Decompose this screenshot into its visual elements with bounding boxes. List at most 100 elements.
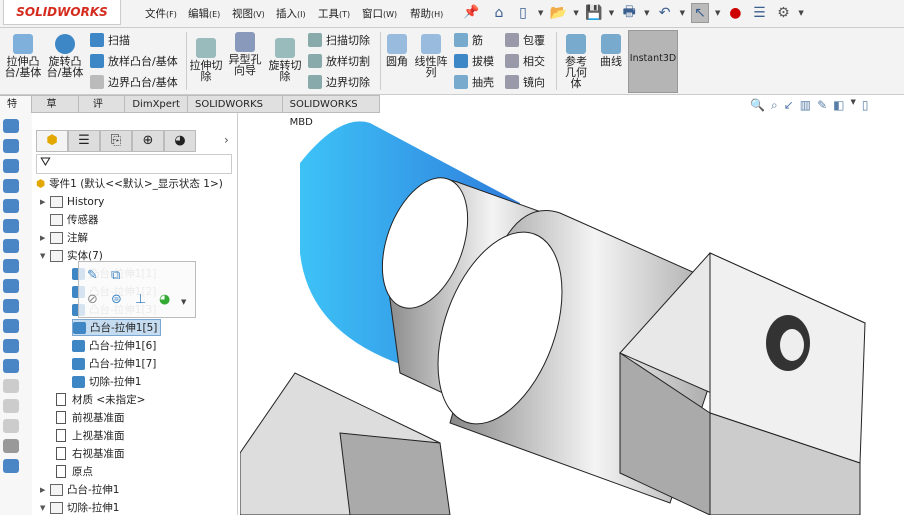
- edit-feature-icon[interactable]: ✎: [87, 268, 98, 283]
- options-gear-icon[interactable]: ⚙: [774, 3, 792, 23]
- menu-help[interactable]: 帮助(H): [410, 6, 443, 21]
- bend-icon[interactable]: [3, 299, 19, 313]
- tree-item[interactable]: 凸台-拉伸1[6]: [72, 337, 156, 354]
- tree-item[interactable]: 凸台-拉伸1[7]: [72, 355, 156, 372]
- dropdown-icon[interactable]: ▼: [609, 9, 614, 17]
- linear-pattern-button[interactable]: 线性阵列: [414, 34, 448, 78]
- tab-sketch[interactable]: 草图: [32, 95, 79, 128]
- pin-icon[interactable]: 📌: [463, 5, 479, 20]
- dropdown-icon[interactable]: ▼: [680, 9, 685, 17]
- display-manager-tab[interactable]: ◕: [164, 130, 196, 152]
- zoom-area-icon[interactable]: ⌕: [771, 98, 778, 113]
- draft-button[interactable]: 拔模: [454, 53, 494, 69]
- revolve-boss-button[interactable]: 旋转凸台/基体: [46, 34, 84, 78]
- move-copy-icon[interactable]: ⧉: [111, 268, 120, 283]
- tab-evaluate[interactable]: 评估: [78, 95, 126, 128]
- open-icon[interactable]: 📂: [549, 3, 567, 23]
- delete-body-icon[interactable]: [3, 319, 19, 333]
- file-properties-icon[interactable]: ☰: [750, 3, 768, 23]
- mirror-button[interactable]: 镜向: [505, 74, 545, 90]
- dropdown-icon[interactable]: ▼: [851, 98, 856, 113]
- hide-icon[interactable]: ⊘: [87, 292, 98, 307]
- undo-icon[interactable]: ↶: [656, 3, 674, 23]
- feature-manager-tab[interactable]: ⬢: [36, 130, 68, 152]
- wrap-button[interactable]: 包覆: [505, 32, 545, 48]
- graphics-viewport[interactable]: [239, 113, 904, 516]
- tree-item[interactable]: 上视基准面: [54, 427, 125, 444]
- menu-window[interactable]: 窗口(W): [362, 6, 397, 21]
- boundary-boss-button[interactable]: 边界凸台/基体: [90, 74, 178, 90]
- sweep-cut-button[interactable]: 扫描切除: [308, 32, 370, 48]
- sweep-icon[interactable]: [3, 159, 19, 173]
- extrude-cut-button[interactable]: 拉伸切除: [189, 38, 223, 82]
- configuration-manager-tab[interactable]: ⎘: [100, 130, 132, 152]
- zoom-to-selection-icon[interactable]: ⊜: [111, 292, 122, 307]
- view-orientation-icon[interactable]: ◧: [833, 98, 844, 113]
- select-icon[interactable]: ↖: [690, 3, 709, 23]
- zoom-to-fit-icon[interactable]: 🔍: [750, 98, 765, 113]
- save-icon[interactable]: 💾: [585, 3, 603, 23]
- property-manager-tab[interactable]: ☰: [68, 130, 100, 152]
- tree-item[interactable]: ▶ History: [40, 193, 104, 210]
- wrap-icon[interactable]: [3, 219, 19, 233]
- tree-item[interactable]: 右视基准面: [54, 445, 125, 462]
- rebuild-icon[interactable]: ●: [726, 3, 744, 23]
- box-icon[interactable]: [3, 439, 19, 453]
- flex-icon[interactable]: [3, 279, 19, 293]
- loft-button[interactable]: 放样凸台/基体: [90, 53, 178, 69]
- dropdown-icon[interactable]: ▼: [715, 9, 720, 17]
- print-icon[interactable]: 🖶: [620, 3, 638, 23]
- chevron-right-icon[interactable]: ›: [224, 133, 229, 147]
- tree-item[interactable]: ▼ 切除-拉伸1: [40, 499, 119, 516]
- tree-item[interactable]: 凸台-拉伸1[5]: [72, 319, 162, 336]
- intersect-button[interactable]: 相交: [505, 53, 545, 69]
- home-icon[interactable]: ⌂: [490, 3, 508, 23]
- plane-icon[interactable]: [3, 239, 19, 253]
- revolve-icon[interactable]: [3, 139, 19, 153]
- menu-tools[interactable]: 工具(T): [318, 6, 350, 21]
- loft-cut-button[interactable]: 放样切割: [308, 53, 370, 69]
- tab-dimxpert[interactable]: DimXpert: [125, 95, 188, 113]
- menu-view[interactable]: 视图(V): [232, 6, 265, 21]
- tree-item[interactable]: 原点: [54, 463, 93, 480]
- split-icon[interactable]: [3, 359, 19, 373]
- appearance-icon[interactable]: ◕: [159, 292, 170, 307]
- dome-icon[interactable]: [3, 259, 19, 273]
- loft-icon[interactable]: [3, 199, 19, 213]
- dynamic-annotation-icon[interactable]: ✎: [817, 98, 827, 113]
- tree-root[interactable]: ⬢ 零件1 (默认<<默认>_显示状态 1>): [36, 175, 223, 192]
- sweep-button[interactable]: 扫描: [90, 32, 130, 48]
- tree-item[interactable]: 前视基准面: [54, 409, 125, 426]
- menu-file[interactable]: 文件(F): [145, 6, 177, 21]
- dropdown-icon[interactable]: ▼: [181, 298, 186, 306]
- previous-view-icon[interactable]: ↙: [784, 98, 794, 113]
- boundary-cut-button[interactable]: 边界切除: [308, 74, 370, 90]
- dropdown-icon[interactable]: ▼: [644, 9, 649, 17]
- curves-button[interactable]: 曲线: [598, 34, 624, 67]
- tab-features[interactable]: 特征: [0, 95, 33, 128]
- fillet-button[interactable]: 圆角: [384, 34, 410, 67]
- revolve-cut-button[interactable]: 旋转切除: [268, 38, 302, 82]
- extrude-boss-button[interactable]: 拉伸凸台/基体: [4, 34, 42, 78]
- tree-item[interactable]: 材质 <未指定>: [54, 391, 145, 408]
- tree-item[interactable]: 传感器: [40, 211, 99, 228]
- expand-arrow-icon[interactable]: ▼: [40, 504, 50, 512]
- dropdown-icon[interactable]: ▼: [573, 9, 578, 17]
- rib-button[interactable]: 筋: [454, 32, 483, 48]
- lower-block-body[interactable]: [239, 372, 451, 516]
- menu-insert[interactable]: 插入(I): [276, 6, 306, 21]
- tab-mbd[interactable]: SOLIDWORKS MBD: [282, 95, 380, 128]
- section-view-icon[interactable]: ▥: [800, 98, 811, 113]
- tab-addins[interactable]: SOLIDWORKS 插件: [187, 95, 283, 128]
- instant3d-button[interactable]: Instant3D: [628, 30, 678, 93]
- reference-icon[interactable]: [3, 459, 19, 473]
- hole-wizard-button[interactable]: 异型孔向导: [227, 32, 263, 76]
- dropdown-icon[interactable]: ▼: [798, 9, 803, 17]
- dropdown-icon[interactable]: ▼: [538, 9, 543, 17]
- display-style-icon[interactable]: ▯: [862, 98, 869, 113]
- solidworks-logo[interactable]: SOLIDWORKS: [3, 0, 121, 25]
- tree-item[interactable]: ▶ 凸台-拉伸1: [40, 481, 119, 498]
- menu-edit[interactable]: 编辑(E): [188, 6, 220, 21]
- normal-to-icon[interactable]: ⊥: [135, 292, 146, 307]
- indent-icon[interactable]: [3, 339, 19, 353]
